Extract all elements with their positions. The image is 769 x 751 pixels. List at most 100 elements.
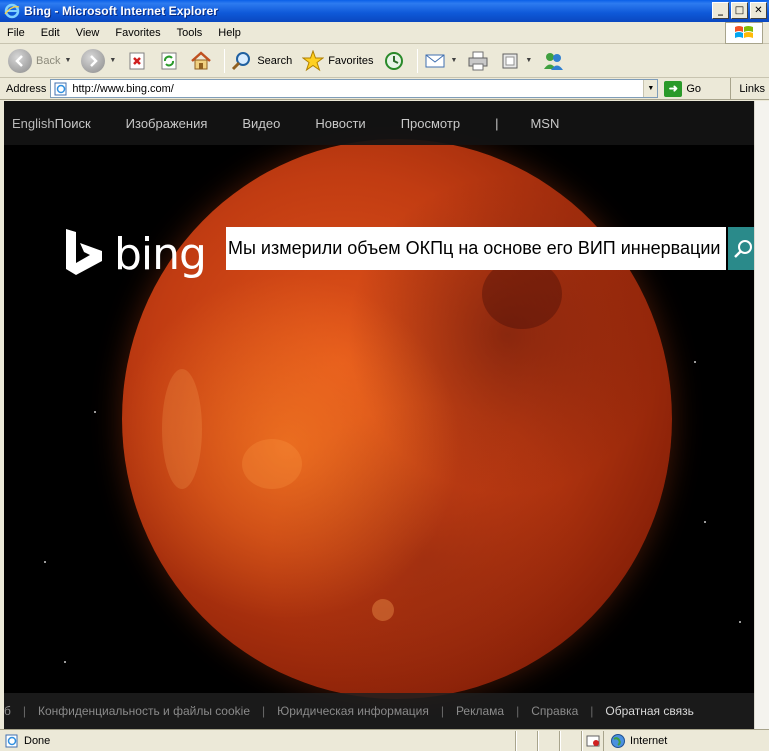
star-dot <box>64 661 66 663</box>
menu-bar: File Edit View Favorites Tools Help <box>0 22 769 44</box>
links-button[interactable]: Links <box>730 78 769 100</box>
bing-logo: bing <box>64 227 207 280</box>
blood-moon-image <box>122 139 672 699</box>
nav-msn[interactable]: MSN <box>530 116 559 131</box>
minimize-button[interactable]: _ <box>712 2 729 19</box>
printer-icon <box>467 50 489 72</box>
bing-search-button[interactable] <box>728 227 754 270</box>
ie-icon <box>4 3 20 19</box>
crater <box>242 439 302 489</box>
nav-news[interactable]: Новости <box>315 116 365 131</box>
nav-english[interactable]: English <box>12 116 55 131</box>
star-dot <box>94 411 96 413</box>
nav-browse[interactable]: Просмотр <box>401 116 460 131</box>
edit-dropdown-icon[interactable]: ▼ <box>525 57 532 64</box>
security-zone: Internet <box>604 731 769 751</box>
go-arrow-icon: ➜ <box>664 80 683 97</box>
star-dot <box>739 621 741 623</box>
nav-separator: | <box>495 115 499 131</box>
address-bar: Address ▼ ➜ Go Links <box>0 78 769 100</box>
close-button[interactable]: ✕ <box>750 2 767 19</box>
favorites-button[interactable]: Favorites <box>300 47 375 75</box>
bing-b-icon <box>66 229 102 275</box>
forward-dropdown-icon[interactable]: ▼ <box>109 57 116 64</box>
vertical-scrollbar[interactable] <box>754 101 769 729</box>
footer-separator: | <box>590 704 594 718</box>
standard-toolbar: Back ▼ ▼ Search Favorites ▼ ▼ <box>0 44 769 78</box>
window-title: Bing - Microsoft Internet Explorer <box>24 4 219 18</box>
star-dot <box>694 361 696 363</box>
home-icon <box>190 50 212 72</box>
links-label: Links <box>739 83 765 95</box>
bing-wordmark: bing <box>114 229 207 280</box>
search-icon <box>734 239 752 258</box>
page-icon <box>54 82 67 95</box>
title-bar: Bing - Microsoft Internet Explorer _ □ ✕ <box>0 0 769 22</box>
address-field[interactable]: ▼ <box>50 79 659 98</box>
web-viewport: English Поиск Изображения Видео Новости … <box>4 101 754 729</box>
page-done-icon <box>5 734 18 747</box>
toolbar-separator <box>417 48 419 73</box>
forward-arrow-icon <box>81 48 106 73</box>
status-text: Done <box>24 734 51 747</box>
back-button[interactable]: Back ▼ <box>6 47 73 75</box>
bing-top-nav: English Поиск Изображения Видео Новости … <box>4 101 754 145</box>
nav-search[interactable]: Поиск <box>55 116 91 131</box>
nav-video[interactable]: Видео <box>242 116 280 131</box>
address-label: Address <box>6 82 47 95</box>
edit-button[interactable]: ▼ <box>497 47 534 75</box>
stop-button[interactable] <box>124 47 150 75</box>
forward-button[interactable]: ▼ <box>79 47 118 75</box>
url-input[interactable] <box>72 82 633 95</box>
stop-icon <box>126 50 148 72</box>
back-arrow-icon <box>8 48 32 73</box>
footer-legal-link[interactable]: Юридическая информация <box>277 704 429 718</box>
nav-images[interactable]: Изображения <box>126 116 208 131</box>
back-label: Back <box>36 54 61 67</box>
go-button[interactable]: ➜ Go <box>664 80 702 97</box>
status-cell <box>560 730 582 751</box>
popup-blocker-icon[interactable] <box>582 730 604 751</box>
star-dot <box>704 521 706 523</box>
status-bar: Done Internet <box>0 729 769 751</box>
footer-ads-link[interactable]: Реклама <box>456 704 504 718</box>
menu-edit[interactable]: Edit <box>40 25 61 41</box>
footer-partial-text: б <box>4 704 11 718</box>
favorites-label: Favorites <box>328 54 374 67</box>
menu-tools[interactable]: Tools <box>176 25 204 41</box>
search-label: Search <box>257 54 293 67</box>
history-icon <box>383 50 405 72</box>
print-button[interactable] <box>465 47 491 75</box>
menu-help[interactable]: Help <box>217 25 242 41</box>
footer-separator: | <box>440 704 444 718</box>
footer-feedback-link[interactable]: Обратная связь <box>605 704 693 718</box>
refresh-icon <box>158 50 180 72</box>
messenger-button[interactable] <box>540 47 566 75</box>
zone-text: Internet <box>630 734 668 747</box>
go-label: Go <box>686 82 702 95</box>
mail-dropdown-icon[interactable]: ▼ <box>450 57 457 64</box>
magnifier-icon <box>231 50 253 72</box>
footer-separator: | <box>516 704 520 718</box>
footer-separator: | <box>22 704 26 718</box>
bing-footer: б | Конфиденциальность и файлы cookie | … <box>4 693 754 729</box>
bing-search-input[interactable] <box>226 238 726 259</box>
refresh-button[interactable] <box>156 47 182 75</box>
search-button[interactable]: Search <box>229 47 294 75</box>
menu-favorites[interactable]: Favorites <box>114 25 161 41</box>
menu-view[interactable]: View <box>75 25 101 41</box>
windows-flag-icon <box>725 22 763 44</box>
back-dropdown-icon[interactable]: ▼ <box>64 57 71 64</box>
history-button[interactable] <box>381 47 407 75</box>
menu-file[interactable]: File <box>6 25 26 41</box>
footer-help-link[interactable]: Справка <box>531 704 578 718</box>
address-dropdown-icon[interactable]: ▼ <box>643 80 658 97</box>
footer-privacy-link[interactable]: Конфиденциальность и файлы cookie <box>38 704 250 718</box>
messenger-icon <box>542 50 564 72</box>
mail-icon <box>424 50 446 72</box>
mail-button[interactable]: ▼ <box>422 47 459 75</box>
maximize-button[interactable]: □ <box>731 2 748 19</box>
star-dot <box>44 561 46 563</box>
bing-search-box[interactable] <box>226 227 726 270</box>
home-button[interactable] <box>188 47 214 75</box>
